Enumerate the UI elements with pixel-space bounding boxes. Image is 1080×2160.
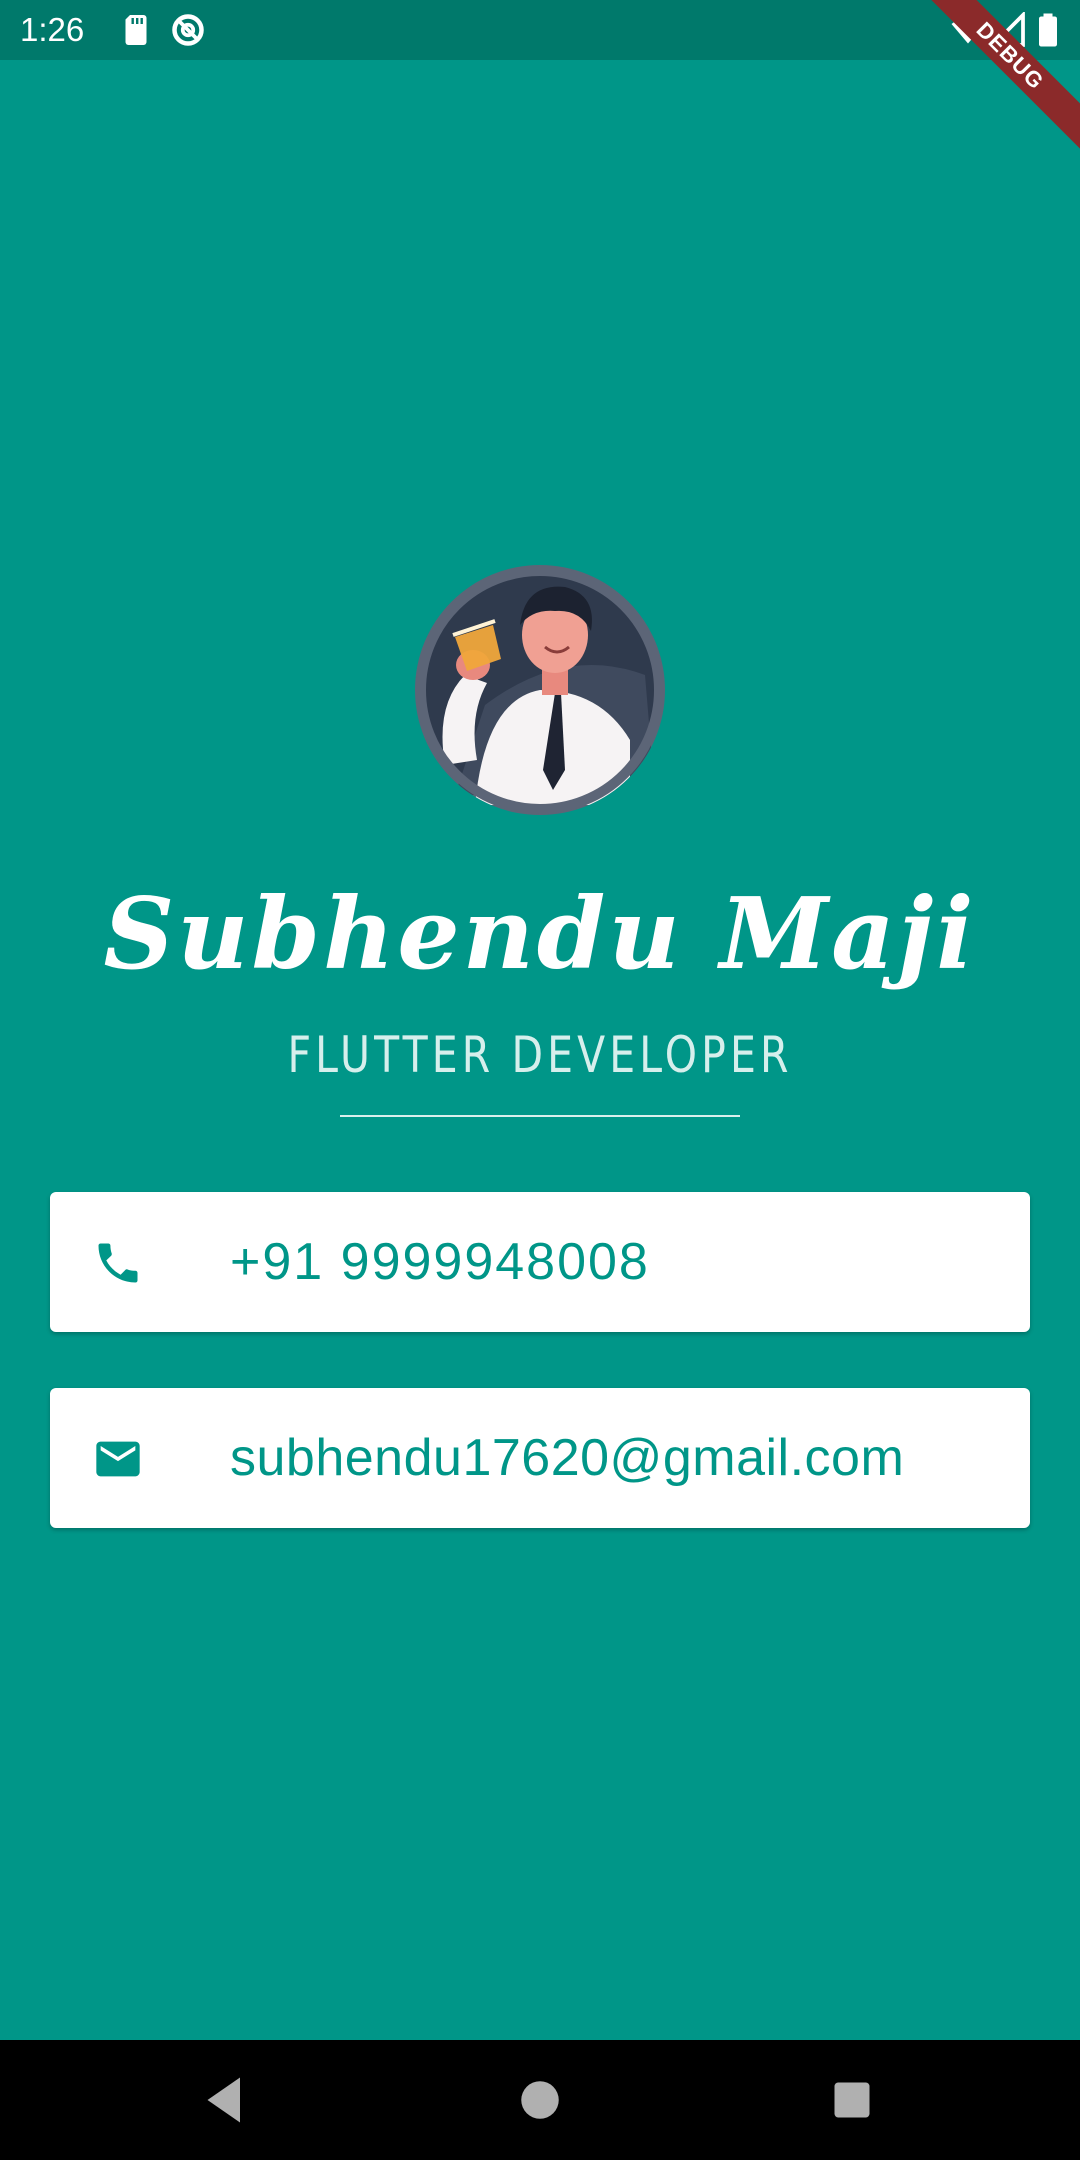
profile-title: FLUTTER DEVELOPER	[287, 1026, 793, 1084]
profile-name: Subhendu Maji	[103, 877, 977, 992]
email-icon	[96, 1441, 140, 1477]
email-card[interactable]: subhendu17620@gmail.com	[50, 1388, 1030, 1528]
divider	[340, 1115, 740, 1117]
home-icon[interactable]	[510, 2070, 570, 2130]
avatar	[415, 565, 665, 815]
status-bar: 1:26	[0, 0, 1080, 60]
email-address: subhendu17620@gmail.com	[230, 1429, 905, 1487]
phone-icon	[98, 1243, 138, 1283]
battery-icon	[1039, 13, 1057, 47]
phone-card[interactable]: +91 9999948008	[50, 1192, 1030, 1332]
data-saver-icon	[172, 14, 204, 46]
back-icon[interactable]	[195, 2070, 255, 2130]
status-time: 1:26	[20, 11, 85, 48]
phone-number: +91 9999948008	[230, 1233, 650, 1291]
wifi-icon	[951, 17, 985, 44]
developer-avatar-illustration	[416, 566, 664, 814]
signal-icon	[990, 12, 1025, 47]
navigation-bar	[0, 2040, 1080, 2160]
recents-icon[interactable]	[822, 2070, 882, 2130]
sd-card-icon	[125, 15, 147, 45]
